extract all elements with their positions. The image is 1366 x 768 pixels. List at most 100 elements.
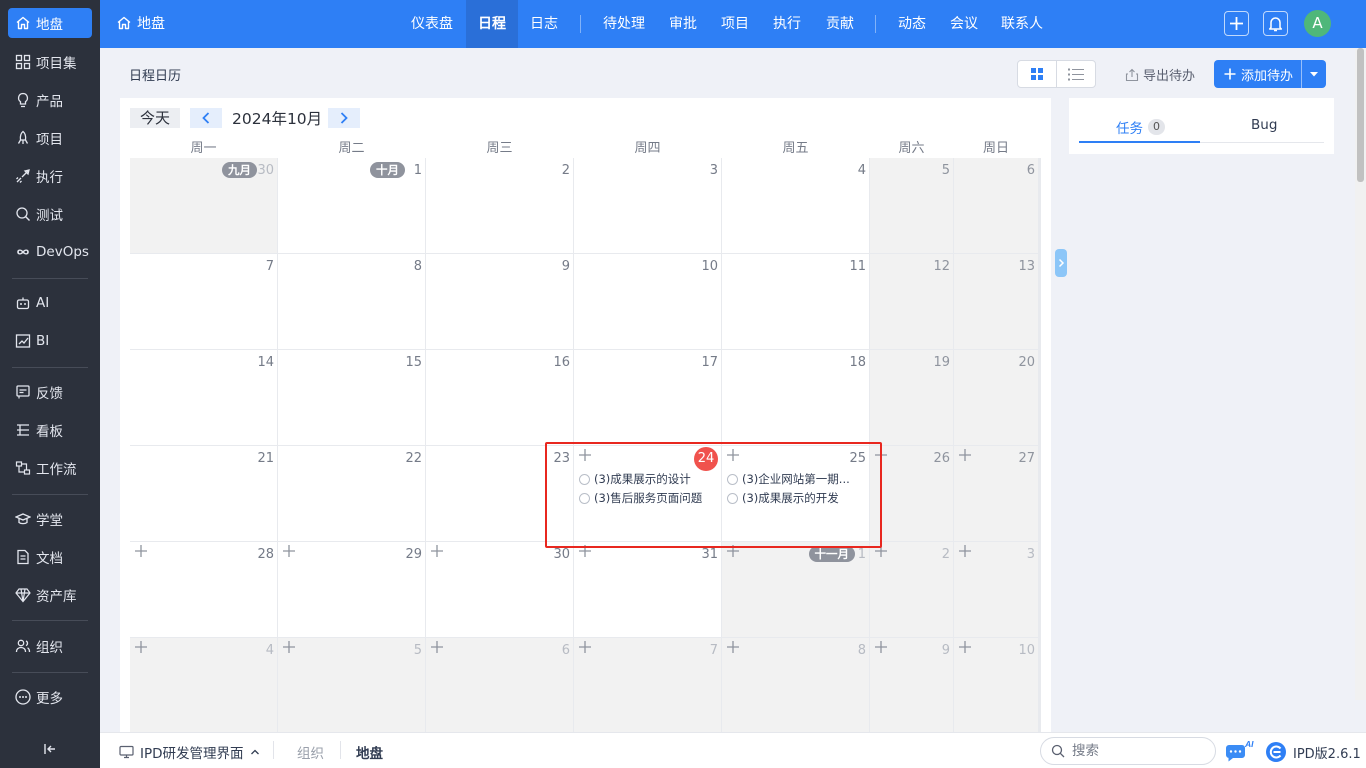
calendar-event[interactable]: (3)成果展示的设计 bbox=[579, 471, 719, 487]
add-event-button[interactable] bbox=[722, 446, 744, 468]
tab-bug[interactable]: Bug bbox=[1251, 117, 1277, 133]
sidebar-item-1[interactable]: 项目集 bbox=[8, 47, 92, 77]
notifications-button[interactable] bbox=[1263, 11, 1288, 36]
sidebar-item-14[interactable]: 资产库 bbox=[8, 580, 92, 610]
status-circle-icon[interactable] bbox=[579, 492, 590, 504]
sidebar-item-7[interactable]: AI bbox=[8, 288, 92, 318]
calendar-day-cell[interactable]: 17 bbox=[574, 350, 721, 445]
sidebar-item-12[interactable]: 学堂 bbox=[8, 504, 92, 534]
calendar-day-cell[interactable]: 25 (3)企业网站第一期... (3)成果展示的开发 bbox=[722, 446, 869, 541]
calendar-day-cell[interactable]: 5 bbox=[870, 158, 953, 253]
add-event-button[interactable] bbox=[278, 638, 300, 660]
calendar-day-cell[interactable]: 13 bbox=[954, 254, 1038, 349]
scrollbar-thumb[interactable] bbox=[1357, 48, 1364, 182]
calendar-day-cell[interactable]: 10 bbox=[954, 638, 1038, 732]
calendar-day-cell[interactable]: 4 bbox=[130, 638, 277, 732]
nav-item-4[interactable]: 审批 bbox=[660, 0, 706, 48]
status-circle-icon[interactable] bbox=[579, 473, 590, 485]
add-event-button[interactable] bbox=[954, 446, 976, 468]
calendar-day-cell[interactable]: 2 bbox=[426, 158, 573, 253]
add-event-button[interactable] bbox=[130, 542, 152, 564]
add-event-button[interactable] bbox=[574, 446, 596, 468]
sidebar-item-3[interactable]: 项目 bbox=[8, 123, 92, 153]
list-view-button[interactable] bbox=[1057, 61, 1096, 87]
nav-item-5[interactable]: 项目 bbox=[714, 0, 756, 48]
calendar-day-cell[interactable]: 26 bbox=[870, 446, 953, 541]
add-event-button[interactable] bbox=[954, 638, 976, 660]
calendar-day-cell[interactable]: 28 bbox=[130, 542, 277, 637]
calendar-day-cell[interactable]: 30 bbox=[426, 542, 573, 637]
global-add-button[interactable] bbox=[1224, 11, 1249, 36]
add-todo-dropdown[interactable] bbox=[1302, 60, 1326, 88]
export-todo-button[interactable]: 导出待办 bbox=[1125, 65, 1195, 84]
add-event-button[interactable] bbox=[574, 542, 596, 564]
sidebar-item-0[interactable]: 地盘 bbox=[8, 8, 92, 38]
app-switcher[interactable]: IPD研发管理界面 bbox=[119, 742, 260, 762]
add-event-button[interactable] bbox=[954, 542, 976, 564]
today-button[interactable]: 今天 bbox=[130, 108, 180, 128]
calendar-day-cell[interactable]: 4 bbox=[722, 158, 869, 253]
page-scrollbar[interactable] bbox=[1355, 48, 1366, 700]
calendar-day-cell[interactable]: 6 bbox=[954, 158, 1038, 253]
sidebar-item-5[interactable]: 测试 bbox=[8, 199, 92, 229]
calendar-day-cell[interactable]: 9 bbox=[870, 638, 953, 732]
nav-item-2[interactable]: 日志 bbox=[518, 0, 570, 48]
sidebar-item-10[interactable]: 看板 bbox=[8, 415, 92, 445]
calendar-day-cell[interactable]: 21 bbox=[130, 446, 277, 541]
calendar-event[interactable]: (3)企业网站第一期... bbox=[727, 471, 867, 487]
calendar-day-cell[interactable]: 8 bbox=[722, 638, 869, 732]
nav-item-9[interactable]: 会议 bbox=[938, 0, 990, 48]
calendar-day-cell[interactable]: 22 bbox=[278, 446, 425, 541]
calendar-day-cell[interactable]: 29 bbox=[278, 542, 425, 637]
tab-task[interactable]: 任务 0 bbox=[1116, 117, 1165, 137]
add-event-button[interactable] bbox=[870, 446, 892, 468]
calendar-day-cell[interactable]: 16 bbox=[426, 350, 573, 445]
sidebar-item-8[interactable]: BI bbox=[8, 326, 92, 356]
calendar-day-cell[interactable]: 11 bbox=[722, 254, 869, 349]
calendar-day-cell[interactable]: 31 bbox=[574, 542, 721, 637]
add-todo-button[interactable]: 添加待办 bbox=[1214, 60, 1301, 88]
calendar-day-cell[interactable]: 30 九月 bbox=[130, 158, 277, 253]
calendar-day-cell[interactable]: 9 bbox=[426, 254, 573, 349]
nav-item-7[interactable]: 贡献 bbox=[816, 0, 864, 48]
calendar-day-cell[interactable]: 1 十月 bbox=[278, 158, 425, 253]
calendar-day-cell[interactable]: 24 (3)成果展示的设计 (3)售后服务页面问题 bbox=[574, 446, 721, 541]
add-event-button[interactable] bbox=[426, 638, 448, 660]
sidebar-item-9[interactable]: 反馈 bbox=[8, 377, 92, 407]
collapse-sidebar-button[interactable] bbox=[40, 740, 60, 758]
nav-item-8[interactable]: 动态 bbox=[888, 0, 936, 48]
calendar-day-cell[interactable]: 3 bbox=[954, 542, 1038, 637]
nav-item-10[interactable]: 联系人 bbox=[996, 0, 1048, 48]
calendar-day-cell[interactable]: 23 bbox=[426, 446, 573, 541]
home-breadcrumb[interactable]: 地盘 bbox=[116, 13, 165, 33]
sidebar-item-6[interactable]: DevOps bbox=[8, 237, 92, 267]
sidebar-item-4[interactable]: 执行 bbox=[8, 161, 92, 191]
sidebar-item-13[interactable]: 文档 bbox=[8, 542, 92, 572]
calendar-day-cell[interactable]: 19 bbox=[870, 350, 953, 445]
add-event-button[interactable] bbox=[130, 638, 152, 660]
calendar-view-button[interactable] bbox=[1018, 61, 1057, 87]
add-event-button[interactable] bbox=[426, 542, 448, 564]
add-event-button[interactable] bbox=[870, 638, 892, 660]
calendar-event[interactable]: (3)成果展示的开发 bbox=[727, 490, 867, 506]
calendar-event[interactable]: (3)售后服务页面问题 bbox=[579, 490, 719, 506]
nav-item-6[interactable]: 执行 bbox=[764, 0, 810, 48]
add-event-button[interactable] bbox=[278, 542, 300, 564]
calendar-day-cell[interactable]: 3 bbox=[574, 158, 721, 253]
version-info[interactable]: IPD版2.6.1 bbox=[1265, 741, 1361, 763]
status-circle-icon[interactable] bbox=[727, 473, 738, 485]
search-input[interactable] bbox=[1072, 743, 1192, 759]
calendar-day-cell[interactable]: 7 bbox=[574, 638, 721, 732]
calendar-day-cell[interactable]: 27 bbox=[954, 446, 1038, 541]
calendar-day-cell[interactable]: 12 bbox=[870, 254, 953, 349]
calendar-day-cell[interactable]: 7 bbox=[130, 254, 277, 349]
status-circle-icon[interactable] bbox=[727, 492, 738, 504]
panel-expand-tab[interactable] bbox=[1055, 249, 1067, 277]
sidebar-item-11[interactable]: 工作流 bbox=[8, 453, 92, 483]
calendar-day-cell[interactable]: 15 bbox=[278, 350, 425, 445]
calendar-day-cell[interactable]: 1 十一月 bbox=[722, 542, 869, 637]
add-event-button[interactable] bbox=[722, 542, 744, 564]
prev-month-button[interactable] bbox=[190, 108, 222, 128]
ai-assistant-button[interactable]: AI bbox=[1224, 739, 1256, 765]
calendar-day-cell[interactable]: 8 bbox=[278, 254, 425, 349]
